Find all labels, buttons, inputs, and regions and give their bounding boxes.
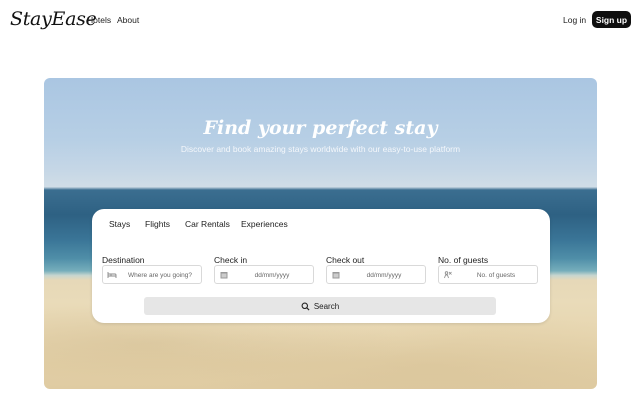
search-button-label: Search [313,301,340,311]
nav-about[interactable]: About [117,15,139,25]
hero-subtitle: Discover and book amazing stays worldwid… [180,144,461,154]
signup-button[interactable]: Sign up [592,11,631,28]
tab-flights[interactable]: Flights [145,219,170,229]
search-card: Stays Flights Car Rentals Experiences De… [92,209,550,323]
checkin-input[interactable] [233,268,311,282]
checkin-label: Check in [214,255,248,265]
guests-input[interactable] [457,268,535,282]
hero-title: Find your perfect stay [203,117,438,139]
destination-field[interactable] [102,265,202,284]
login-link[interactable]: Log in [563,15,586,25]
tab-car-rentals[interactable]: Car Rentals [185,219,230,229]
calendar-icon [219,270,229,280]
guests-icon [443,270,453,280]
guests-label: No. of guests [438,255,489,265]
top-header: StayEase Hotels About Log in Sign up [0,0,640,40]
logo[interactable]: StayEase [10,8,97,30]
checkin-field[interactable] [214,265,314,284]
search-icon [301,302,310,311]
tab-stays[interactable]: Stays [109,219,130,229]
destination-label: Destination [102,255,145,265]
checkout-label: Check out [326,255,365,265]
calendar-icon [331,270,341,280]
guests-field[interactable] [438,265,538,284]
checkout-field[interactable] [326,265,426,284]
destination-input[interactable] [121,268,199,282]
nav-hotels[interactable]: Hotels [87,15,111,25]
search-button[interactable]: Search [144,297,496,315]
checkout-input[interactable] [345,268,423,282]
tab-experiences[interactable]: Experiences [241,219,288,229]
bed-icon [107,270,117,280]
